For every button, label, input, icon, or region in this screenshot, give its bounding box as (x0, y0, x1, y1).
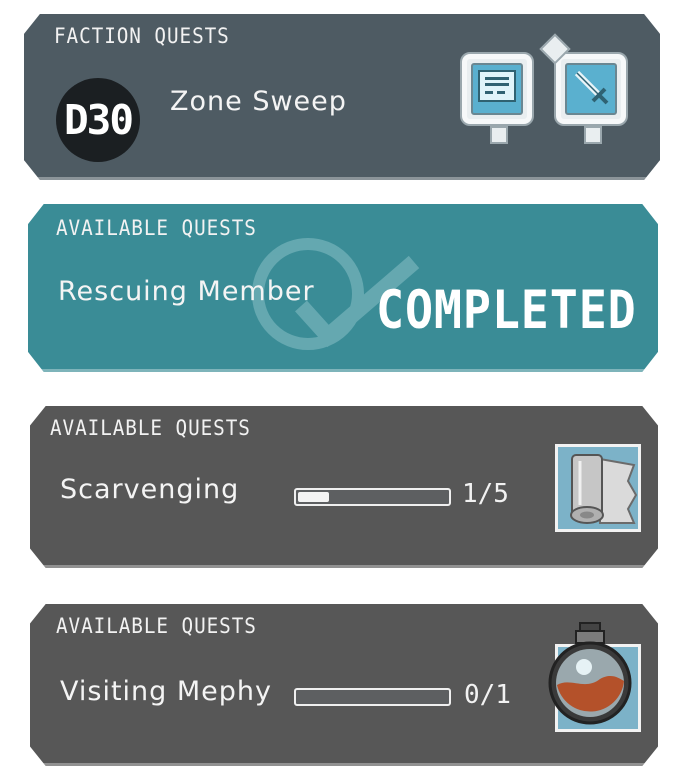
potion-flask-icon[interactable] (548, 622, 641, 732)
faction-quest-card[interactable]: FACTION QUESTS D30 Zone Sweep (24, 14, 660, 180)
progress-count: 1/5 (462, 479, 509, 509)
progress-bar (294, 688, 451, 706)
quest-card-scarvenging[interactable]: AVAILABLE QUESTS Scarvenging 1/5 (30, 406, 658, 568)
quest-card-visiting-mephy[interactable]: AVAILABLE QUESTS Visiting Mephy 0/1 (30, 604, 658, 766)
quest-name: Zone Sweep (170, 86, 347, 117)
completed-status: COMPLETED (376, 280, 637, 341)
quest-board-icon[interactable] (460, 52, 534, 144)
progress-fill (298, 492, 329, 502)
progress-count: 0/1 (464, 680, 511, 710)
paper-roll-icon[interactable] (555, 444, 641, 532)
quest-name: Visiting Mephy (60, 676, 273, 707)
quest-name: Rescuing Member (58, 276, 315, 307)
progress-bar (294, 488, 451, 506)
available-quests-header: AVAILABLE QUESTS (50, 416, 251, 440)
quest-name: Scarvenging (60, 474, 240, 505)
faction-quests-header: FACTION QUESTS (54, 24, 230, 48)
available-quests-header: AVAILABLE QUESTS (56, 216, 257, 240)
level-badge: D30 (56, 78, 140, 162)
available-quests-header: AVAILABLE QUESTS (56, 614, 257, 638)
sword-icon[interactable] (539, 33, 628, 144)
